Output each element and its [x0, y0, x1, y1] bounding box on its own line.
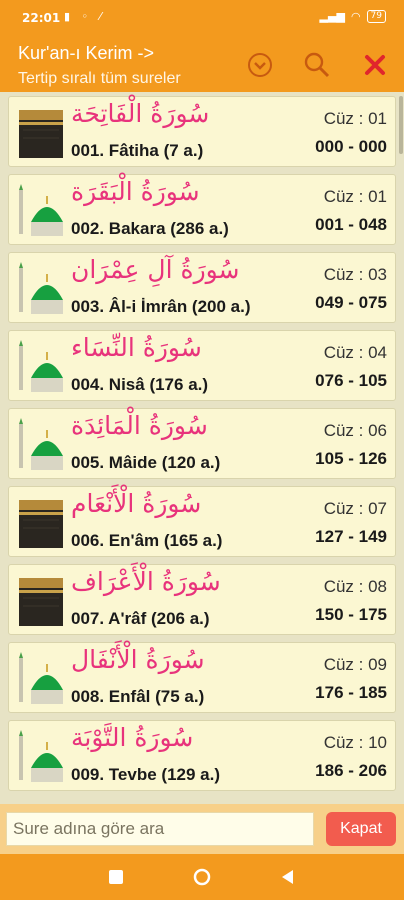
juz-label: Cüz : 09	[323, 655, 387, 674]
surah-name: 009. Tevbe (129 a.)	[71, 765, 220, 784]
close-icon	[365, 55, 385, 75]
surah-item[interactable]: سُورَةُ آلِ عِمْرَان 003. Âl-i İmrân (200…	[8, 252, 396, 323]
kaaba-icon	[17, 572, 65, 628]
page-range: 176 - 185	[315, 683, 387, 702]
surah-name: 005. Mâide (120 a.)	[71, 453, 221, 472]
surah-list[interactable]: سُورَةُ الْفَاتِحَة 001. Fâtiha (7 a.) Cüz…	[0, 92, 404, 804]
surah-name: 004. Nisâ (176 a.)	[71, 375, 209, 394]
surah-arabic-name: سُورَةُ الْأَنْعَام	[71, 489, 202, 518]
juz-label: Cüz : 04	[323, 343, 387, 362]
app-bar: Kur'an-ı Kerim -> Tertip sıralı tüm sure…	[0, 34, 404, 92]
page-range: 049 - 075	[315, 293, 387, 312]
system-nav-bar	[0, 854, 404, 900]
wifi-icon: ◠	[350, 10, 361, 23]
page-range: 001 - 048	[315, 215, 387, 234]
chevron-down-circle-icon	[248, 53, 272, 77]
close-search-button[interactable]: Kapat	[326, 812, 396, 846]
surah-arabic-name: سُورَةُ الْمَائِدَة	[71, 411, 208, 440]
status-bar: 22:01 ▮ ◦ ⁄ ▂▄▆ ◠ 79	[0, 0, 404, 34]
kaaba-icon	[17, 104, 65, 160]
system-icons: ▂▄▆ ◠ 79	[320, 10, 386, 23]
juz-label: Cüz : 01	[323, 109, 387, 128]
surah-item[interactable]: سُورَةُ التَّوْبَة 009. Tevbe (129 a.) Cüz…	[8, 720, 396, 791]
signal-icon: ▂▄▆	[319, 10, 345, 23]
surah-name: 003. Âl-i İmrân (200 a.)	[71, 297, 251, 316]
recent-apps-icon[interactable]	[106, 867, 126, 887]
close-app-button[interactable]	[360, 50, 390, 80]
notification-icons: ▮ ◦ ⁄	[64, 10, 106, 23]
search-bar: Kapat	[0, 804, 404, 854]
mosque-icon	[17, 650, 65, 706]
mosque-icon	[17, 416, 65, 472]
surah-arabic-name: سُورَةُ الْفَاتِحَة	[71, 99, 210, 128]
app-subtitle: Tertip sıralı tüm sureler	[18, 70, 181, 87]
surah-arabic-name: سُورَةُ الْأَعْرَاف	[71, 567, 221, 596]
surah-name: 006. En'âm (165 a.)	[71, 531, 223, 550]
surah-item[interactable]: سُورَةُ الْأَعْرَاف 007. A'râf (206 a.) Cü…	[8, 564, 396, 635]
page-range: 076 - 105	[315, 371, 387, 390]
page-range: 186 - 206	[315, 761, 387, 780]
back-icon[interactable]	[278, 867, 298, 887]
surah-arabic-name: سُورَةُ التَّوْبَة	[71, 723, 194, 752]
clock: 22:01	[22, 11, 61, 25]
page-range: 000 - 000	[315, 137, 387, 156]
mosque-icon	[17, 338, 65, 394]
surah-item[interactable]: سُورَةُ النِّسَاء 004. Nisâ (176 a.) Cüz :…	[8, 330, 396, 401]
search-input[interactable]	[6, 812, 314, 846]
page-range: 105 - 126	[315, 449, 387, 468]
surah-name: 002. Bakara (286 a.)	[71, 219, 229, 238]
juz-label: Cüz : 08	[323, 577, 387, 596]
search-button[interactable]	[302, 50, 332, 80]
surah-arabic-name: سُورَةُ النِّسَاء	[71, 333, 202, 362]
surah-name: 001. Fâtiha (7 a.)	[71, 141, 204, 160]
search-icon	[304, 52, 330, 78]
kaaba-icon	[17, 494, 65, 550]
surah-arabic-name: سُورَةُ الْبَقَرَة	[71, 177, 200, 206]
mosque-icon	[17, 260, 65, 316]
scrollbar[interactable]	[399, 96, 403, 154]
surah-arabic-name: سُورَةُ الْأَنْفَال	[71, 645, 205, 674]
juz-label: Cüz : 03	[323, 265, 387, 284]
surah-item[interactable]: سُورَةُ الْبَقَرَة 002. Bakara (286 a.) Cü…	[8, 174, 396, 245]
juz-label: Cüz : 01	[323, 187, 387, 206]
juz-label: Cüz : 06	[323, 421, 387, 440]
surah-item[interactable]: سُورَةُ الْأَنْعَام 006. En'âm (165 a.) Cü…	[8, 486, 396, 557]
juz-label: Cüz : 10	[323, 733, 387, 752]
juz-label: Cüz : 07	[323, 499, 387, 518]
battery-icon: 79	[366, 10, 386, 23]
surah-item[interactable]: سُورَةُ الْفَاتِحَة 001. Fâtiha (7 a.) Cüz…	[8, 96, 396, 167]
surah-arabic-name: سُورَةُ آلِ عِمْرَان	[71, 255, 240, 284]
home-icon[interactable]	[192, 867, 212, 887]
surah-name: 008. Enfâl (75 a.)	[71, 687, 205, 706]
app-title[interactable]: Kur'an-ı Kerim ->	[18, 43, 154, 64]
mosque-icon	[17, 728, 65, 784]
mosque-icon	[17, 182, 65, 238]
surah-item[interactable]: سُورَةُ الْأَنْفَال 008. Enfâl (75 a.) Cüz…	[8, 642, 396, 713]
dropdown-button[interactable]	[245, 50, 275, 80]
page-range: 127 - 149	[315, 527, 387, 546]
surah-name: 007. A'râf (206 a.)	[71, 609, 210, 628]
surah-item[interactable]: سُورَةُ الْمَائِدَة 005. Mâide (120 a.) Cü…	[8, 408, 396, 479]
page-range: 150 - 175	[315, 605, 387, 624]
